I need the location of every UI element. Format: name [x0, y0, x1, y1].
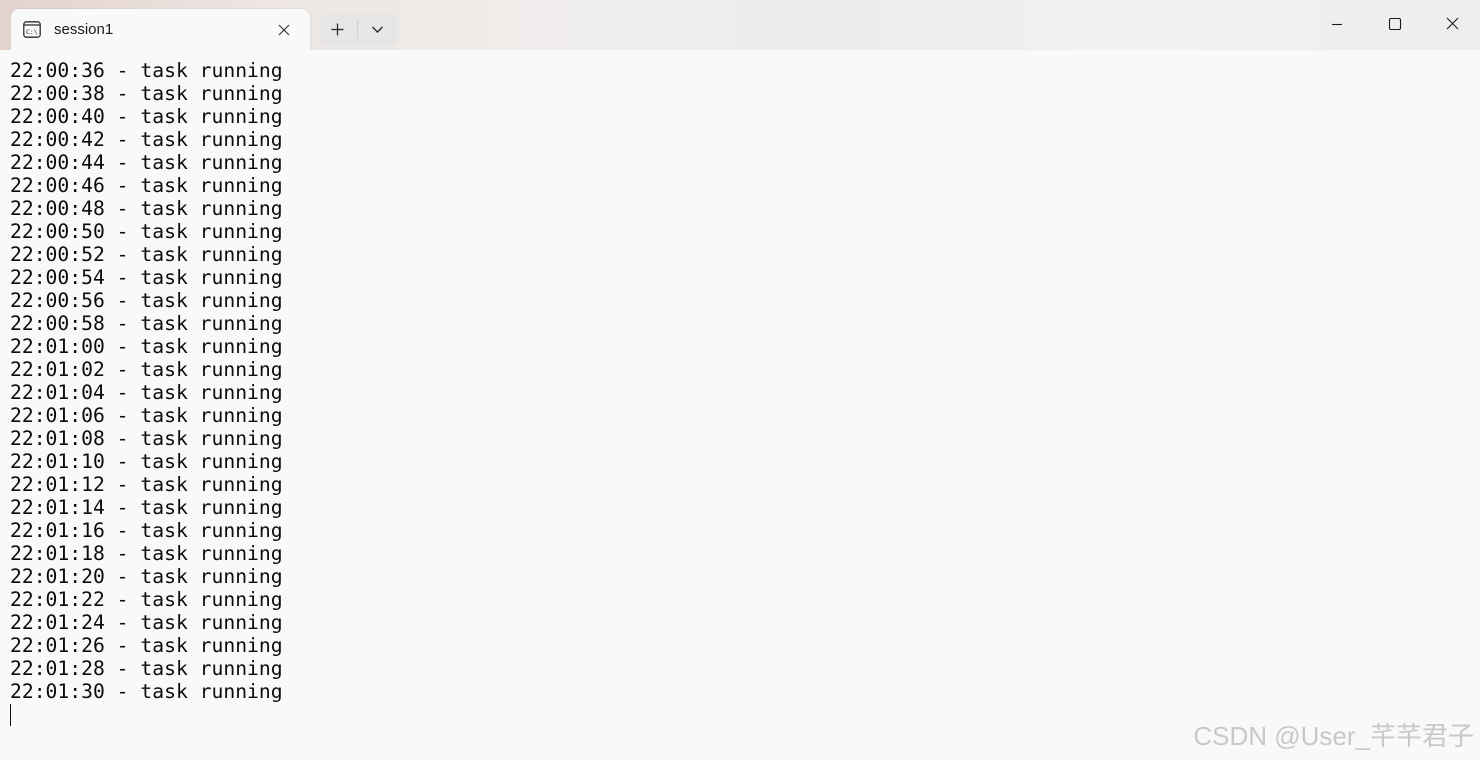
output-line: 22:01:30 - task running	[10, 680, 283, 703]
output-line: 22:01:18 - task running	[10, 542, 283, 565]
output-line: 22:01:00 - task running	[10, 335, 283, 358]
output-line: 22:00:44 - task running	[10, 151, 283, 174]
watermark: CSDN @User_芊芊君子	[1193, 721, 1474, 751]
output-line: 22:00:42 - task running	[10, 128, 283, 151]
output-line: 22:01:08 - task running	[10, 427, 283, 450]
tab-title: session1	[54, 21, 114, 38]
tab-controls	[318, 14, 397, 45]
text-cursor	[10, 704, 11, 726]
output-line: 22:00:56 - task running	[10, 289, 283, 312]
output-line: 22:00:58 - task running	[10, 312, 283, 335]
output-line: 22:01:24 - task running	[10, 611, 283, 634]
output-line: 22:01:22 - task running	[10, 588, 283, 611]
output-line: 22:01:06 - task running	[10, 404, 283, 427]
tab-dropdown-button[interactable]	[358, 14, 397, 45]
maximize-button[interactable]	[1366, 0, 1424, 48]
output-line: 22:00:48 - task running	[10, 197, 283, 220]
output-line: 22:01:02 - task running	[10, 358, 283, 381]
close-icon	[1446, 17, 1459, 30]
output-line: 22:00:50 - task running	[10, 220, 283, 243]
new-tab-button[interactable]	[318, 14, 357, 45]
close-tab-icon[interactable]	[275, 21, 293, 39]
output-line: 22:00:52 - task running	[10, 243, 283, 266]
output-line: 22:01:16 - task running	[10, 519, 283, 542]
minimize-icon	[1332, 23, 1342, 26]
chevron-down-icon	[372, 26, 383, 33]
plus-icon	[331, 23, 344, 36]
terminal-output: 22:00:36 - task running 22:00:38 - task …	[10, 59, 283, 703]
output-line: 22:00:36 - task running	[10, 59, 283, 82]
minimize-button[interactable]	[1308, 0, 1366, 48]
terminal-window: C:\ session1 22:00:36 - task running 22:…	[0, 0, 1480, 760]
output-line: 22:00:54 - task running	[10, 266, 283, 289]
output-line: 22:01:12 - task running	[10, 473, 283, 496]
close-window-button[interactable]	[1424, 0, 1480, 48]
output-line: 22:01:26 - task running	[10, 634, 283, 657]
terminal-output-area[interactable]: 22:00:36 - task running 22:00:38 - task …	[0, 50, 1480, 760]
output-line: 22:00:46 - task running	[10, 174, 283, 197]
output-line: 22:01:14 - task running	[10, 496, 283, 519]
output-line: 22:01:20 - task running	[10, 565, 283, 588]
output-line: 22:00:40 - task running	[10, 105, 283, 128]
output-line: 22:00:38 - task running	[10, 82, 283, 105]
title-bar: C:\ session1	[0, 0, 1480, 50]
output-line: 22:01:10 - task running	[10, 450, 283, 473]
output-line: 22:01:28 - task running	[10, 657, 283, 680]
svg-text:C:\: C:\	[26, 28, 38, 36]
terminal-icon: C:\	[23, 21, 41, 38]
tab-session1[interactable]: C:\ session1	[11, 9, 310, 50]
maximize-icon	[1388, 17, 1402, 31]
output-line: 22:01:04 - task running	[10, 381, 283, 404]
